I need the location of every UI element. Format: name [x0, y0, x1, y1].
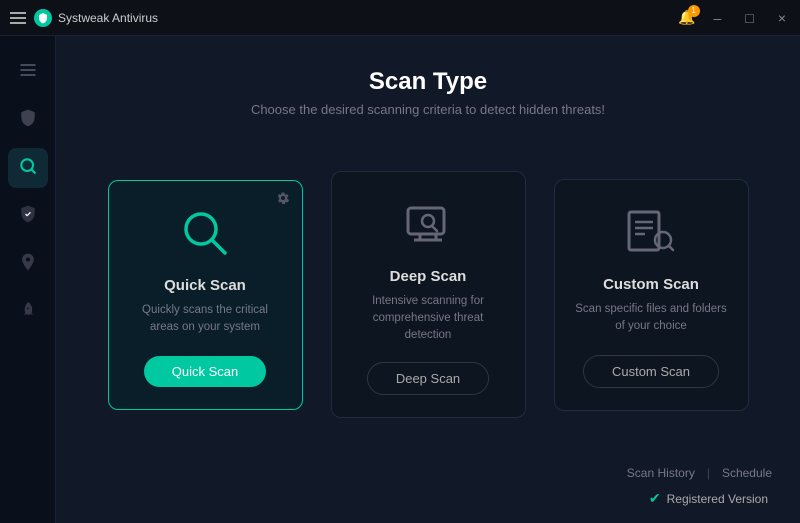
quick-scan-button[interactable]: Quick Scan	[144, 356, 266, 387]
minimize-button[interactable]: –	[708, 8, 728, 28]
logo-icon	[34, 9, 52, 27]
menu-icon	[18, 60, 38, 85]
page-header: Scan Type Choose the desired scanning cr…	[56, 36, 800, 137]
footer-divider: |	[707, 466, 710, 480]
page-subtitle: Choose the desired scanning criteria to …	[76, 102, 780, 117]
sidebar-item-scan[interactable]	[8, 148, 48, 188]
custom-scan-button[interactable]: Custom Scan	[583, 355, 719, 388]
deep-scan-desc: Intensive scanning for comprehensive thr…	[350, 293, 507, 345]
title-bar: Systweak Antivirus 🔔 1 – □ ×	[0, 0, 800, 36]
close-button[interactable]: ×	[772, 8, 792, 28]
footer-area: Scan History | Schedule ✔ Registered Ver…	[56, 462, 800, 523]
deep-scan-button[interactable]: Deep Scan	[367, 362, 489, 395]
notification-button[interactable]: 🔔 1	[678, 9, 695, 27]
quick-scan-title: Quick Scan	[164, 277, 246, 294]
quick-scan-icon	[175, 203, 235, 263]
main-content: Scan Type Choose the desired scanning cr…	[56, 36, 800, 523]
quick-scan-desc: Quickly scans the critical areas on your…	[127, 302, 284, 338]
notification-badge-count: 1	[688, 5, 700, 17]
maximize-button[interactable]: □	[739, 8, 759, 28]
rocket-icon	[18, 300, 38, 325]
sidebar	[0, 36, 56, 523]
hamburger-menu[interactable]	[10, 12, 26, 24]
registered-info: ✔ Registered Version	[621, 484, 780, 513]
quick-scan-card: Quick Scan Quickly scans the critical ar…	[108, 180, 303, 410]
custom-scan-card: Custom Scan Scan specific files and fold…	[554, 179, 749, 411]
deep-scan-icon	[398, 194, 458, 254]
sidebar-item-vpn[interactable]	[8, 244, 48, 284]
custom-scan-icon	[621, 202, 681, 262]
main-layout: Scan Type Choose the desired scanning cr…	[0, 36, 800, 523]
custom-scan-desc: Scan specific files and folders of your …	[573, 301, 730, 337]
checkmark-icon	[18, 204, 38, 229]
sidebar-item-boost[interactable]	[8, 292, 48, 332]
custom-scan-title: Custom Scan	[603, 276, 699, 293]
vpn-icon	[18, 252, 38, 277]
footer-links: Scan History | Schedule	[619, 462, 780, 484]
sidebar-item-menu[interactable]	[8, 52, 48, 92]
deep-scan-card: Deep Scan Intensive scanning for compreh…	[331, 171, 526, 419]
app-logo: Systweak Antivirus	[34, 9, 158, 27]
shield-icon	[18, 108, 38, 133]
schedule-link[interactable]: Schedule	[714, 462, 780, 484]
deep-scan-title: Deep Scan	[390, 268, 467, 285]
sidebar-item-protection[interactable]	[8, 196, 48, 236]
title-bar-right: 🔔 1 – □ ×	[678, 8, 792, 28]
scan-history-link[interactable]: Scan History	[619, 462, 703, 484]
app-title-text: Systweak Antivirus	[58, 11, 158, 25]
page-title: Scan Type	[76, 68, 780, 96]
sidebar-item-shield[interactable]	[8, 100, 48, 140]
search-icon	[18, 156, 38, 181]
registered-text: Registered Version	[667, 492, 768, 506]
card-settings-button[interactable]	[276, 191, 290, 208]
registered-icon: ✔	[649, 490, 661, 507]
title-bar-left: Systweak Antivirus	[10, 9, 158, 27]
scan-cards-container: Quick Scan Quickly scans the critical ar…	[56, 137, 800, 462]
